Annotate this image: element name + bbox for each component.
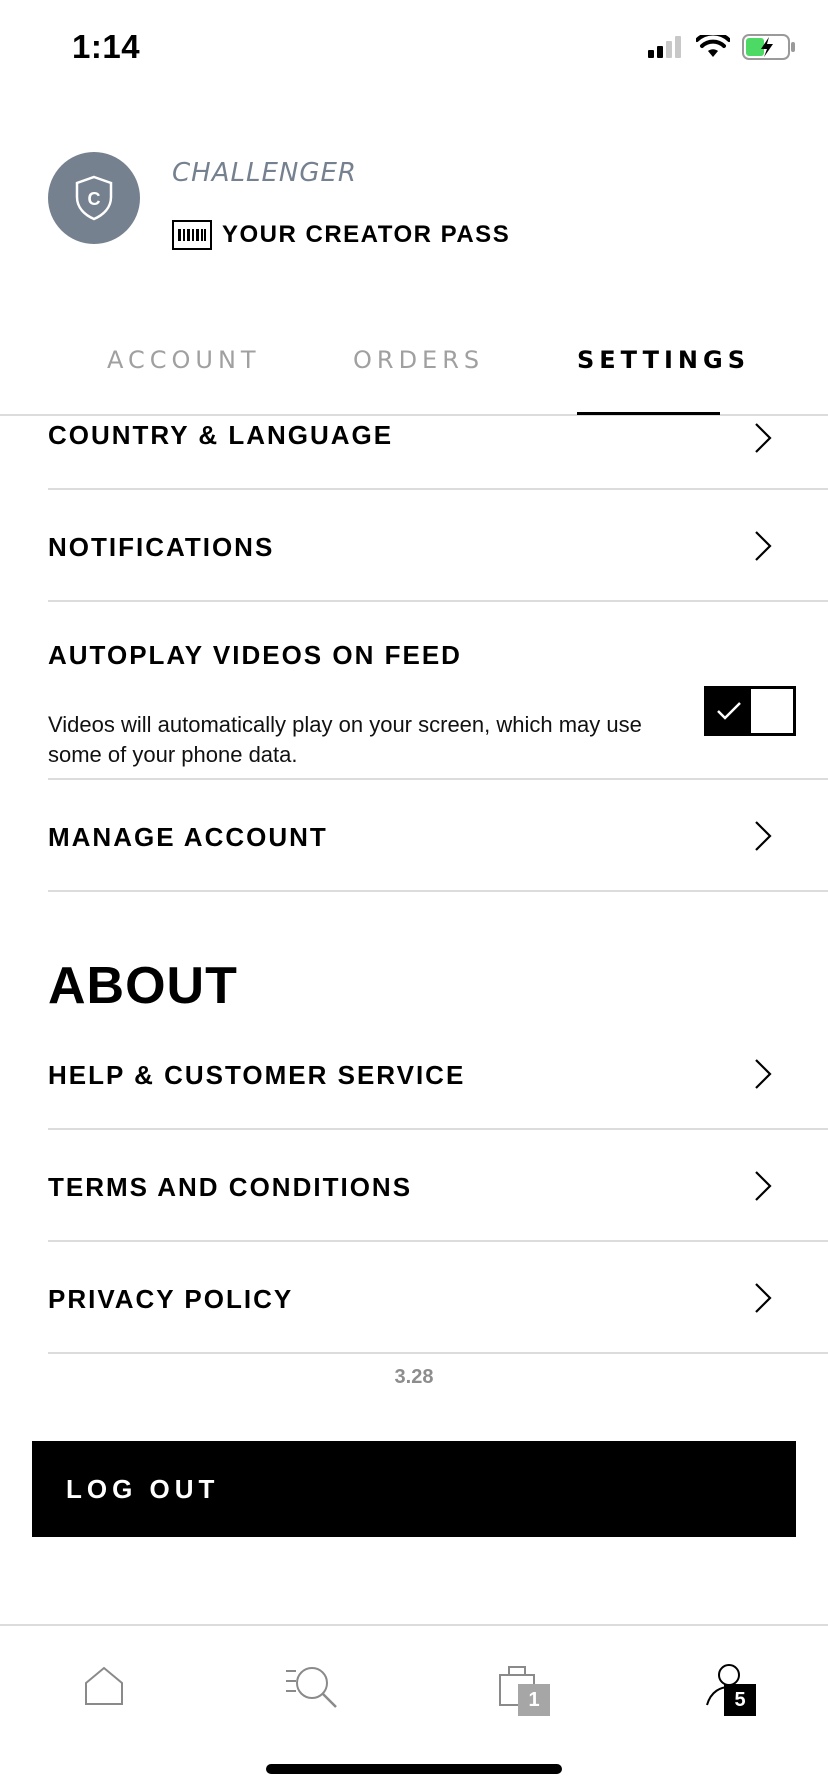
autoplay-toggle[interactable] [704, 686, 796, 736]
settings-row-notifications[interactable]: NOTIFICATIONS [48, 490, 828, 602]
help-label: HELP & CUSTOMER SERVICE [48, 1060, 466, 1090]
about-row-privacy[interactable]: PRIVACY POLICY [48, 1242, 828, 1354]
tab-bar: ACCOUNT ORDERS SETTINGS [0, 340, 828, 416]
home-indicator[interactable] [266, 1764, 562, 1774]
chevron-right-icon [755, 423, 772, 453]
toggle-knob [751, 689, 793, 733]
tab-account[interactable]: ACCOUNT [107, 346, 261, 374]
checkmark-icon [707, 689, 751, 733]
chevron-right-icon [755, 1059, 772, 1089]
chevron-right-icon [755, 531, 772, 561]
nav-search[interactable] [280, 1654, 344, 1718]
country-language-label: COUNTRY & LANGUAGE [48, 420, 394, 450]
nav-bag[interactable]: 1 [488, 1654, 552, 1718]
chevron-right-icon [755, 821, 772, 851]
about-heading: ABOUT [48, 957, 238, 1015]
status-time: 1:14 [72, 28, 141, 65]
settings-row-autoplay: AUTOPLAY VIDEOS ON FEED Videos will auto… [48, 602, 828, 780]
manage-account-label: MANAGE ACCOUNT [48, 822, 328, 852]
avatar[interactable]: C [48, 152, 140, 244]
member-tier: CHALLENGER [172, 158, 357, 188]
chevron-right-icon [755, 1171, 772, 1201]
avatar-initial: C [88, 189, 101, 209]
bag-count-badge: 1 [518, 1684, 550, 1716]
home-icon [85, 1666, 123, 1705]
barcode-icon [172, 220, 212, 250]
notifications-label: NOTIFICATIONS [48, 532, 275, 562]
battery-charging-icon [742, 34, 795, 60]
settings-row-manage-account[interactable]: MANAGE ACCOUNT [48, 780, 828, 892]
creator-pass-link[interactable]: YOUR CREATOR PASS [172, 220, 510, 250]
nav-home[interactable] [72, 1654, 136, 1718]
shield-badge-icon: C [75, 175, 113, 221]
nav-profile[interactable]: 5 [696, 1654, 760, 1718]
settings-row-country-language[interactable]: COUNTRY & LANGUAGE [48, 416, 828, 490]
creator-pass-label: YOUR CREATOR PASS [222, 221, 511, 248]
logout-button[interactable]: LOG OUT [32, 1441, 796, 1537]
app-version: 3.28 [394, 1366, 434, 1388]
about-row-help[interactable]: HELP & CUSTOMER SERVICE [48, 1018, 828, 1130]
status-icons [648, 34, 796, 60]
active-tab-indicator [577, 412, 720, 415]
autoplay-description: Videos will automatically play on your s… [48, 712, 642, 767]
tab-orders[interactable]: ORDERS [353, 346, 484, 374]
status-bar: 1:14 [0, 0, 828, 100]
search-icon [286, 1667, 337, 1708]
autoplay-label: AUTOPLAY VIDEOS ON FEED [48, 640, 462, 670]
about-row-terms[interactable]: TERMS AND CONDITIONS [48, 1130, 828, 1242]
cellular-signal-icon [648, 36, 681, 58]
chevron-right-icon [755, 1283, 772, 1313]
tab-settings[interactable]: SETTINGS [577, 346, 750, 374]
privacy-label: PRIVACY POLICY [48, 1284, 294, 1314]
profile-count-badge: 5 [724, 1684, 756, 1716]
terms-label: TERMS AND CONDITIONS [48, 1172, 413, 1202]
wifi-icon [696, 35, 730, 57]
